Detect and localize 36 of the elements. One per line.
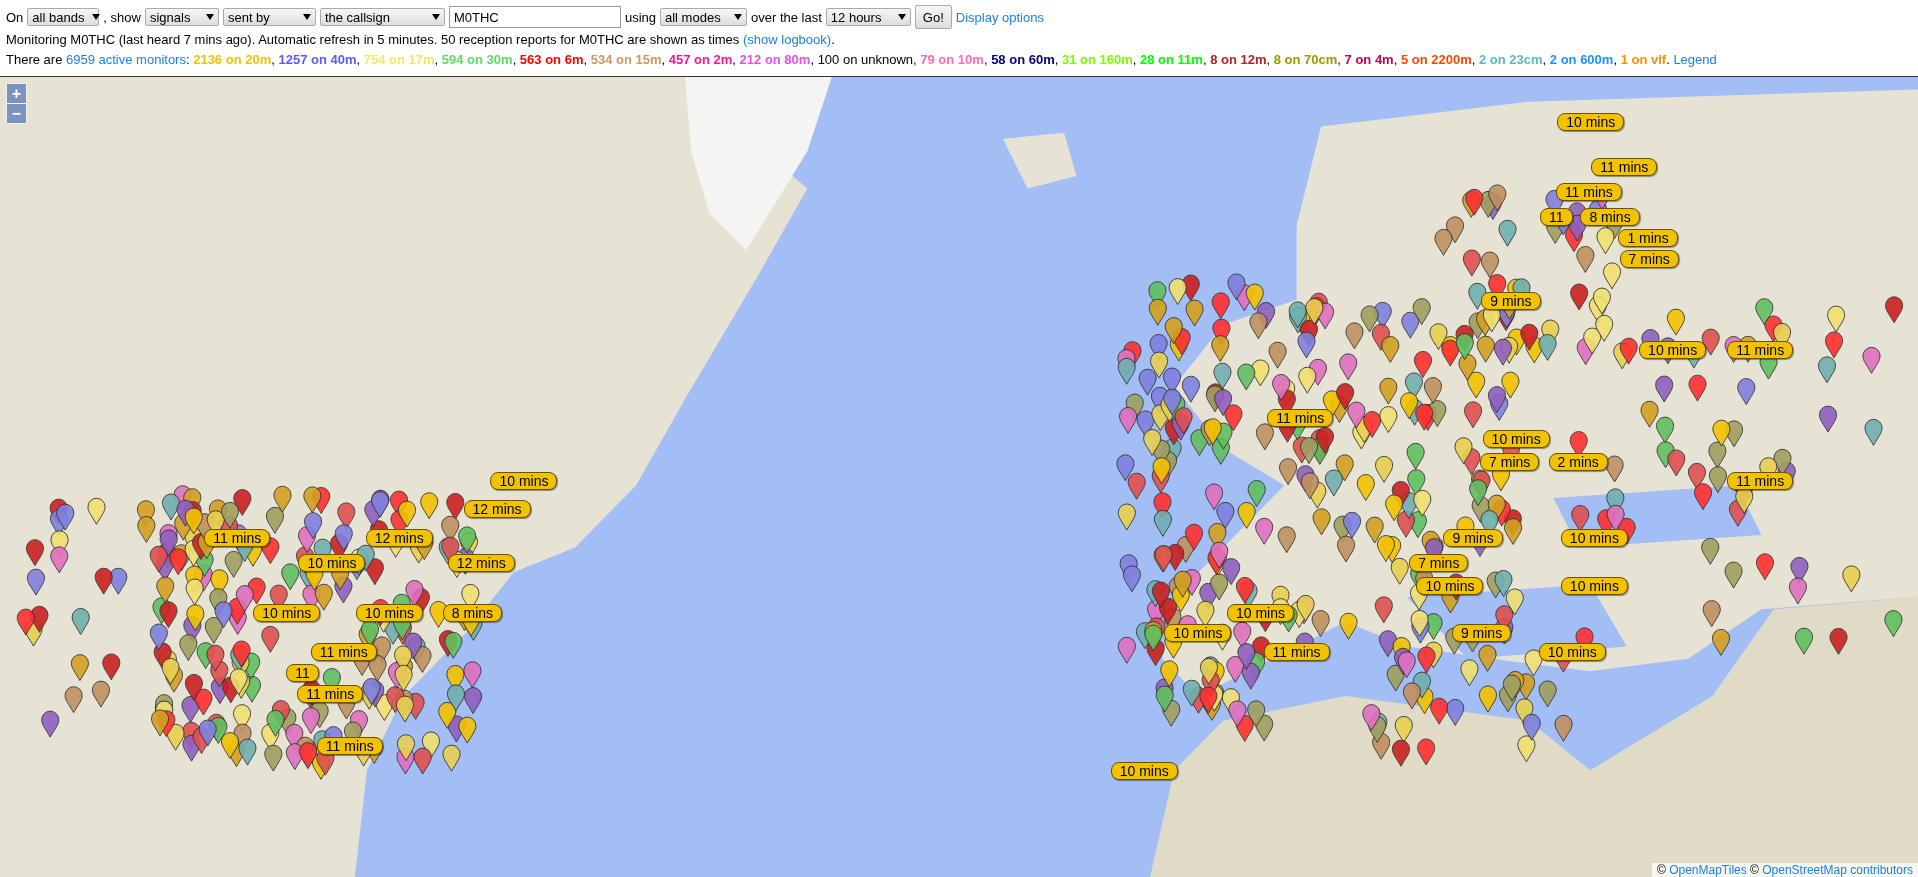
- time-marker[interactable]: 11 mins: [1591, 158, 1658, 176]
- monitors-summary: There are 6959 active monitors: 2136 on 20m, 1257 on 40m, 754 on 17m, 594 on 30m, 563 on 6m, 534 on 15m, 457 on 2m, 212 on 80m, 100 on unknown, 79 on 10m, 58 on 60m, 31 on 160m, 28 on 11m, 8 on 12m, 8 on 70cm, 7 on 4m, 5 on 2200m, 2 on 23cm, 2 on 600m, 1 on vlf. Legend: [6, 51, 1718, 69]
- band-select[interactable]: all bands: [27, 8, 100, 26]
- direction-select[interactable]: sent by: [222, 8, 316, 26]
- status-text: Monitoring M0THC (last heard 7 mins ago). Automatic refresh in 5 minutes. 50 reception reports for M0THC are shown as times (show logbook).: [6, 31, 836, 49]
- on-label: On: [6, 9, 24, 25]
- mode-select[interactable]: all modes: [660, 8, 747, 26]
- time-marker[interactable]: 11 mins: [1727, 341, 1794, 360]
- time-marker[interactable]: 11 mins: [297, 685, 364, 704]
- target-select[interactable]: the callsign: [319, 8, 445, 26]
- time-marker[interactable]: 7 mins: [1409, 554, 1469, 573]
- period-select[interactable]: 12 hours: [825, 8, 911, 26]
- time-marker[interactable]: 11 mins: [310, 643, 377, 662]
- time-marker[interactable]: 10 mins: [1557, 113, 1625, 132]
- time-marker[interactable]: 11: [286, 664, 319, 683]
- time-marker[interactable]: 10 mins: [1639, 341, 1707, 360]
- time-marker[interactable]: 10 mins: [1560, 529, 1628, 548]
- signal-type-select[interactable]: signals: [144, 8, 219, 26]
- openstreetmap-link[interactable]: OpenStreetMap contributors: [1762, 863, 1913, 877]
- display-options-link[interactable]: Display options: [955, 9, 1044, 25]
- over-label: over the last: [751, 9, 822, 25]
- attribution-text: © OpenMapTiles © OpenStreetMap contributors: [1651, 863, 1918, 877]
- callsign-input[interactable]: M0THC: [448, 6, 621, 28]
- active-monitors-link[interactable]: 6959 active monitors: [66, 52, 186, 67]
- openmaptiles-link[interactable]: OpenMapTiles: [1669, 863, 1747, 877]
- time-marker[interactable]: 10 mins: [1482, 430, 1550, 449]
- time-marker[interactable]: 11 mins: [1263, 643, 1330, 662]
- time-marker[interactable]: 10 mins: [1538, 643, 1606, 662]
- time-marker[interactable]: 10 mins: [1110, 762, 1178, 781]
- show-label: , show: [103, 9, 141, 25]
- time-marker[interactable]: 10 mins: [490, 472, 558, 491]
- using-label: using: [624, 9, 656, 25]
- legend-link[interactable]: Legend: [1673, 52, 1717, 67]
- time-marker[interactable]: 11 mins: [1727, 472, 1794, 491]
- go-button[interactable]: Go!: [914, 5, 952, 29]
- time-marker[interactable]: 12 mins: [447, 554, 515, 573]
